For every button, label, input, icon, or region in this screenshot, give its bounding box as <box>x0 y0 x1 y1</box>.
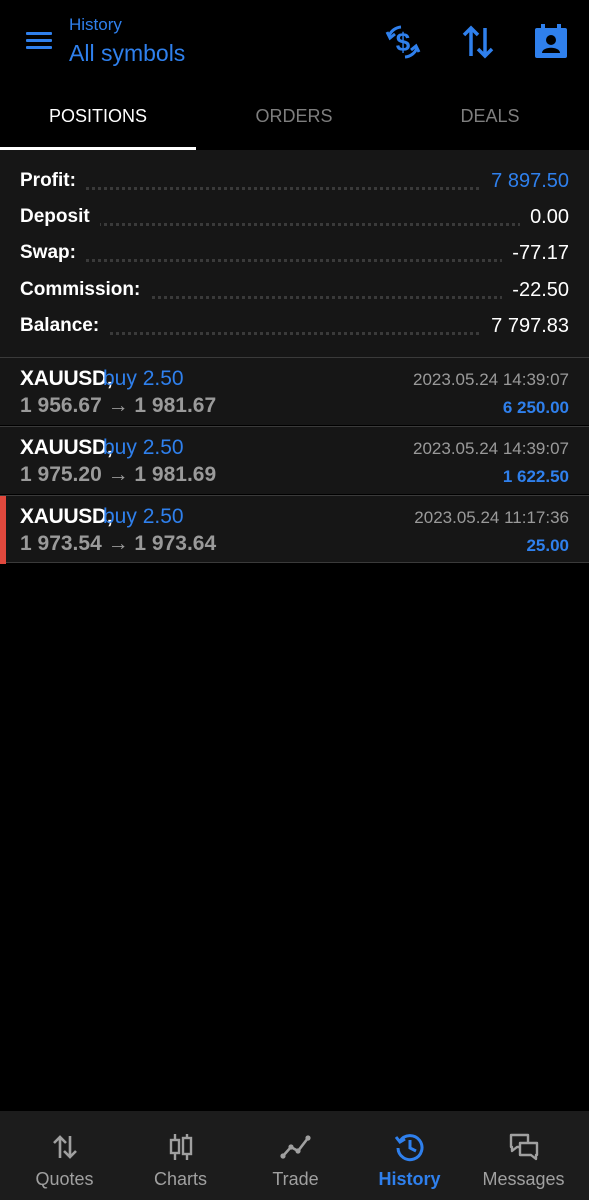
nav-history[interactable]: History <box>351 1111 468 1200</box>
profit-label: Profit: <box>20 170 86 192</box>
swap-label: Swap: <box>20 242 86 264</box>
deal-symbol: XAUUSD, <box>20 436 113 459</box>
deal-prices: 1 973.54 → 1 973.64 <box>20 532 217 555</box>
deal-row[interactable]: XAUUSD, buy 2.50 1 975.20 → 1 981.69 202… <box>0 426 589 494</box>
trade-icon <box>279 1135 311 1159</box>
nav-messages[interactable]: Messages <box>465 1111 582 1200</box>
deal-row[interactable]: XAUUSD, buy 2.50 1 973.54 → 1 973.64 202… <box>0 495 589 564</box>
summary-row-profit: Profit: 7 897.50 <box>20 168 569 198</box>
menu-icon[interactable] <box>24 28 54 54</box>
header-subtitle: History <box>69 15 122 34</box>
deal-type-volume: buy 2.50 <box>103 505 184 528</box>
summary-row-balance: Balance: 7 797.83 <box>20 313 569 343</box>
deal-profit: 25.00 <box>526 536 569 555</box>
nav-quotes-label: Quotes <box>35 1169 94 1189</box>
tab-deals[interactable]: DEALS <box>392 84 588 150</box>
messages-icon <box>509 1133 538 1161</box>
profit-value: 7 897.50 <box>481 170 569 193</box>
summary-row-swap: Swap: -77.17 <box>20 240 569 270</box>
tab-orders[interactable]: ORDERS <box>196 84 392 150</box>
swap-value: -77.17 <box>502 242 569 265</box>
deal-profit: 1 622.50 <box>502 467 569 486</box>
currency-exchange-icon[interactable]: $ <box>383 22 423 62</box>
quotes-icon <box>52 1135 77 1159</box>
deposit-label: Deposit <box>20 206 100 228</box>
deal-time: 2023.05.24 14:39:07 <box>413 439 569 458</box>
deal-prices: 1 975.20 → 1 981.69 <box>20 463 217 486</box>
tab-bar: POSITIONS ORDERS DEALS <box>0 84 589 150</box>
summary-row-commission: Commission: -22.50 <box>20 277 569 307</box>
symbol-selector[interactable]: All symbols <box>69 40 185 67</box>
deal-time: 2023.05.24 14:39:07 <box>413 370 569 389</box>
sort-icon[interactable] <box>458 22 498 62</box>
deal-profit: 6 250.00 <box>502 398 569 417</box>
deal-time: 2023.05.24 11:17:36 <box>414 508 569 527</box>
app-header: History All symbols $ <box>0 0 589 84</box>
nav-charts[interactable]: Charts <box>122 1111 239 1200</box>
nav-messages-label: Messages <box>482 1169 565 1189</box>
summary-panel: Profit: 7 897.50 Deposit 0.00 Swap: -77.… <box>0 150 589 358</box>
nav-history-label: History <box>378 1169 441 1189</box>
deal-symbol: XAUUSD, <box>20 367 113 390</box>
deposit-value: 0.00 <box>520 206 569 229</box>
commission-label: Commission: <box>20 279 151 301</box>
dotted-leader <box>20 223 569 226</box>
tab-deals-label: DEALS <box>460 106 520 126</box>
bottom-navigation: Quotes Charts Trade History Messages <box>0 1111 589 1200</box>
balance-label: Balance: <box>20 315 110 337</box>
balance-value: 7 797.83 <box>481 315 569 338</box>
deal-type-volume: buy 2.50 <box>103 367 184 390</box>
charts-icon <box>169 1134 192 1160</box>
svg-text:$: $ <box>396 27 411 57</box>
commission-value: -22.50 <box>502 279 569 302</box>
nav-charts-label: Charts <box>153 1169 207 1189</box>
nav-quotes[interactable]: Quotes <box>6 1111 123 1200</box>
tab-positions-label: POSITIONS <box>48 106 147 126</box>
calendar-contact-icon[interactable] <box>531 22 571 62</box>
tab-orders-label: ORDERS <box>255 106 333 126</box>
deal-row[interactable]: XAUUSD, buy 2.50 1 956.67 → 1 981.67 202… <box>0 357 589 425</box>
history-icon <box>394 1134 423 1162</box>
deal-prices: 1 956.67 → 1 981.67 <box>20 394 217 417</box>
deal-status-marker <box>0 496 6 564</box>
dotted-leader <box>20 259 569 262</box>
tab-positions[interactable]: POSITIONS <box>0 84 196 150</box>
deal-symbol: XAUUSD, <box>20 505 113 528</box>
nav-trade-label: Trade <box>272 1169 319 1189</box>
summary-row-deposit: Deposit 0.00 <box>20 204 569 234</box>
deal-type-volume: buy 2.50 <box>103 436 184 459</box>
nav-trade[interactable]: Trade <box>237 1111 354 1200</box>
